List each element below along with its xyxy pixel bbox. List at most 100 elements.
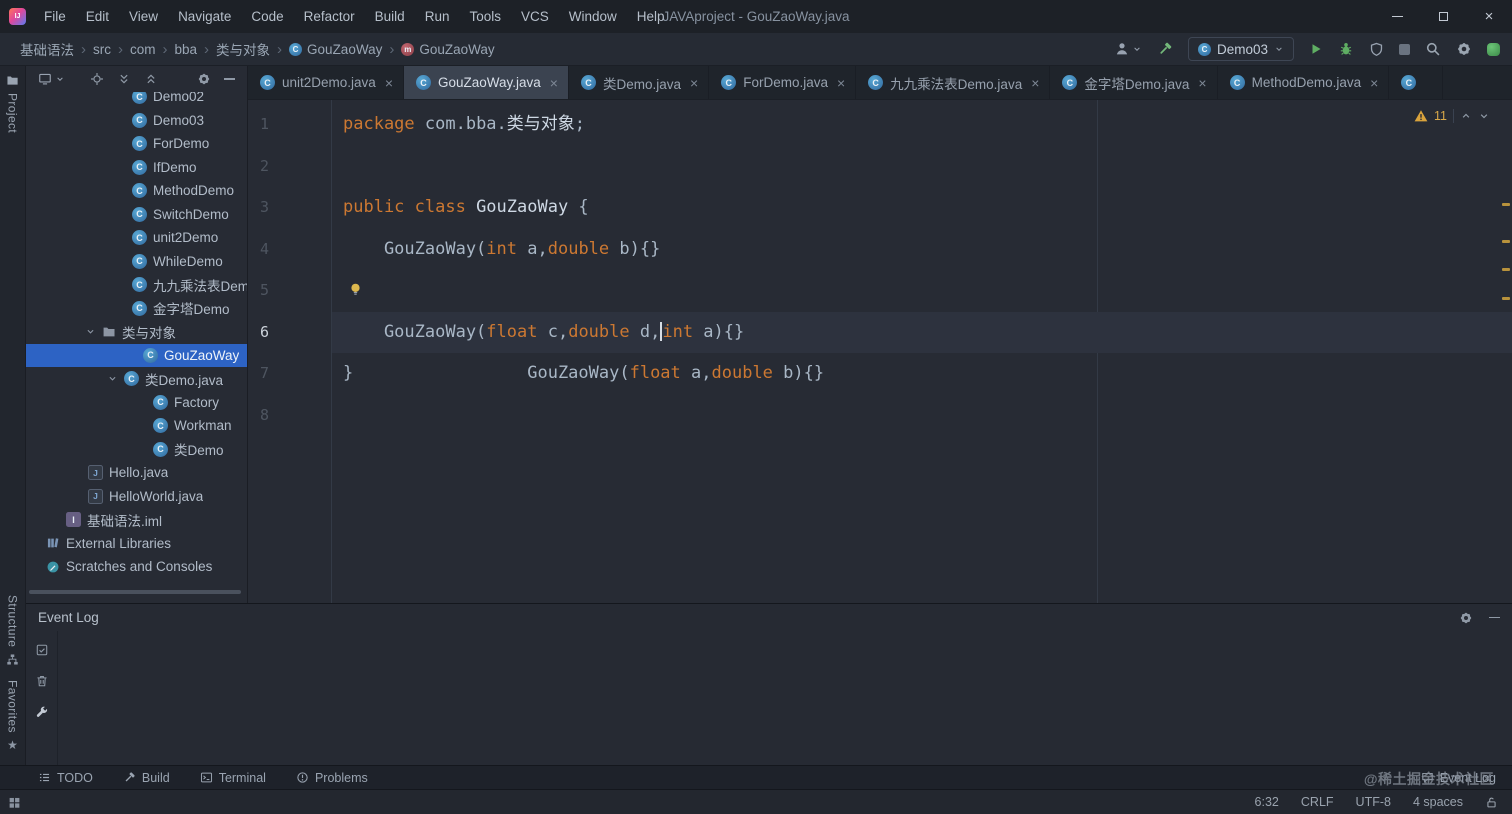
toolwindow-todo-button[interactable]: TODO <box>38 771 93 785</box>
menu-build[interactable]: Build <box>365 0 415 33</box>
warning-mark[interactable] <box>1502 268 1510 271</box>
stop-button[interactable] <box>1399 43 1410 55</box>
search-everywhere-button[interactable] <box>1425 41 1441 57</box>
tree-item-demo02[interactable]: Demo02 <box>26 92 247 109</box>
code-line[interactable]: } <box>332 353 1512 395</box>
plugin-status-button[interactable] <box>1487 42 1500 56</box>
horizontal-scrollbar[interactable] <box>29 590 241 594</box>
tree-item-factory[interactable]: Factory <box>26 391 247 415</box>
menu-vcs[interactable]: VCS <box>511 0 559 33</box>
tree-item-workman[interactable]: Workman <box>26 414 247 438</box>
code-line[interactable] <box>332 395 1512 437</box>
hide-panel-icon[interactable] <box>224 78 235 80</box>
minimize-panel-icon[interactable] <box>1489 616 1500 619</box>
settings-wrench-icon[interactable] <box>35 705 49 719</box>
toolwindow-structure-button[interactable]: Structure <box>6 595 20 666</box>
toolwindow-terminal-button[interactable]: Terminal <box>200 771 266 785</box>
breadcrumb-item-class[interactable]: GouZaoWay <box>289 42 382 57</box>
close-icon[interactable]: × <box>550 75 558 91</box>
expand-all-icon[interactable] <box>117 72 131 86</box>
code-line[interactable]: package com.bba.类与对象; <box>332 104 1512 146</box>
locate-file-icon[interactable] <box>90 72 104 86</box>
tree-item-fordemo[interactable]: ForDemo <box>26 132 247 156</box>
code-line[interactable]: GouZaoWay(float a,double b){} <box>332 270 1512 383</box>
code-line[interactable] <box>332 146 1512 188</box>
intention-bulb-icon[interactable] <box>348 282 363 297</box>
line-number[interactable]: 4 <box>248 229 331 271</box>
toolwindow-favorites-button[interactable]: Favorites ★ <box>6 680 20 751</box>
menu-refactor[interactable]: Refactor <box>294 0 365 33</box>
toolwindow-toggle-icon[interactable] <box>8 796 21 809</box>
build-project-button[interactable] <box>1157 41 1173 57</box>
tree-item-unit2demo[interactable]: unit2Demo <box>26 226 247 250</box>
code-line[interactable]: GouZaoWay(int a,double b){} <box>332 229 1512 271</box>
tree-item-whiledemo[interactable]: WhileDemo <box>26 250 247 274</box>
run-config-selector[interactable]: Demo03 <box>1187 37 1294 61</box>
line-separator[interactable]: CRLF <box>1301 795 1334 809</box>
tab-unit2demo[interactable]: unit2Demo.java × <box>248 66 404 99</box>
tree-item-leidemo-java[interactable]: 类Demo.java <box>26 367 247 391</box>
tab-leidemo[interactable]: 类Demo.java × <box>569 66 710 99</box>
collapse-all-icon[interactable] <box>144 72 158 86</box>
breadcrumb-item-method[interactable]: GouZaoWay <box>401 42 495 57</box>
menu-help[interactable]: Help <box>627 0 675 33</box>
tree-item-ifdemo[interactable]: IfDemo <box>26 156 247 180</box>
indent-setting[interactable]: 4 spaces <box>1413 795 1463 809</box>
tab-gouzaoway[interactable]: GouZaoWay.java × <box>404 66 569 99</box>
debug-button[interactable] <box>1338 41 1354 57</box>
menu-edit[interactable]: Edit <box>76 0 119 33</box>
readonly-lock-icon[interactable] <box>1485 796 1498 809</box>
warning-mark[interactable] <box>1502 203 1510 206</box>
tree-item-demo03[interactable]: Demo03 <box>26 109 247 133</box>
next-problem-icon[interactable] <box>1478 110 1490 122</box>
close-button[interactable]: × <box>1466 0 1512 33</box>
close-icon[interactable]: × <box>1031 75 1039 91</box>
close-icon[interactable]: × <box>1198 75 1206 91</box>
tree-item-helloworld-java[interactable]: HelloWorld.java <box>26 485 247 509</box>
file-encoding[interactable]: UTF-8 <box>1356 795 1391 809</box>
minimize-button[interactable] <box>1374 0 1420 33</box>
clear-all-icon[interactable] <box>35 674 49 688</box>
menu-file[interactable]: File <box>34 0 76 33</box>
code-line[interactable]: public class GouZaoWay { <box>332 187 1512 229</box>
editor[interactable]: 1 2 3 4 5 6 7 8 package com.bba.类与对象; pu… <box>248 100 1512 603</box>
tab-fordemo[interactable]: ForDemo.java × <box>709 66 857 99</box>
close-icon[interactable]: × <box>385 75 393 91</box>
run-button[interactable] <box>1309 42 1323 56</box>
project-view-selector[interactable] <box>38 72 65 86</box>
tree-item-gouzaoway[interactable]: GouZaoWay <box>26 343 247 367</box>
menu-code[interactable]: Code <box>241 0 293 33</box>
tree-item-hello-java[interactable]: Hello.java <box>26 461 247 485</box>
code-line-current[interactable]: GouZaoWay(float c,double d, int a){} <box>332 311 1512 353</box>
tree-item-jichuyufa-iml[interactable]: 基础语法.iml <box>26 508 247 532</box>
gear-icon[interactable] <box>197 72 211 86</box>
toolwindow-build-button[interactable]: Build <box>123 771 170 785</box>
toolwindow-problems-button[interactable]: Problems <box>296 771 368 785</box>
settings-button[interactable] <box>1456 41 1472 57</box>
breadcrumb-item-module[interactable]: 基础语法 <box>20 39 74 59</box>
line-number[interactable]: 1 <box>248 104 331 146</box>
prev-problem-icon[interactable] <box>1460 110 1472 122</box>
tree-item-jiujiu-demo[interactable]: 九九乘法表Dem <box>26 273 247 297</box>
error-stripe[interactable] <box>1500 100 1512 603</box>
close-icon[interactable]: × <box>690 75 698 91</box>
close-icon[interactable]: × <box>837 75 845 91</box>
menu-view[interactable]: View <box>119 0 168 33</box>
run-with-coverage-button[interactable] <box>1369 42 1384 57</box>
tree-item-switchdemo[interactable]: SwitchDemo <box>26 203 247 227</box>
menu-run[interactable]: Run <box>415 0 460 33</box>
breadcrumb-item-package[interactable]: 类与对象 <box>216 39 270 59</box>
inspections-widget[interactable]: 11 <box>1414 109 1490 123</box>
gear-icon[interactable] <box>1459 611 1473 625</box>
breadcrumb-item-src[interactable]: src <box>93 42 111 57</box>
line-number[interactable]: 8 <box>248 395 331 437</box>
line-number[interactable]: 5 <box>248 270 331 312</box>
mark-all-read-icon[interactable] <box>35 643 49 657</box>
breadcrumb-item-com[interactable]: com <box>130 42 156 57</box>
menu-tools[interactable]: Tools <box>459 0 511 33</box>
tab-jinzita-demo[interactable]: 金字塔Demo.java × <box>1050 66 1218 99</box>
line-number[interactable]: 2 <box>248 146 331 188</box>
toolwindow-project-button[interactable]: Project <box>6 74 20 133</box>
line-number[interactable]: 7 <box>248 353 331 395</box>
tree-item-methoddemo[interactable]: MethodDemo <box>26 179 247 203</box>
